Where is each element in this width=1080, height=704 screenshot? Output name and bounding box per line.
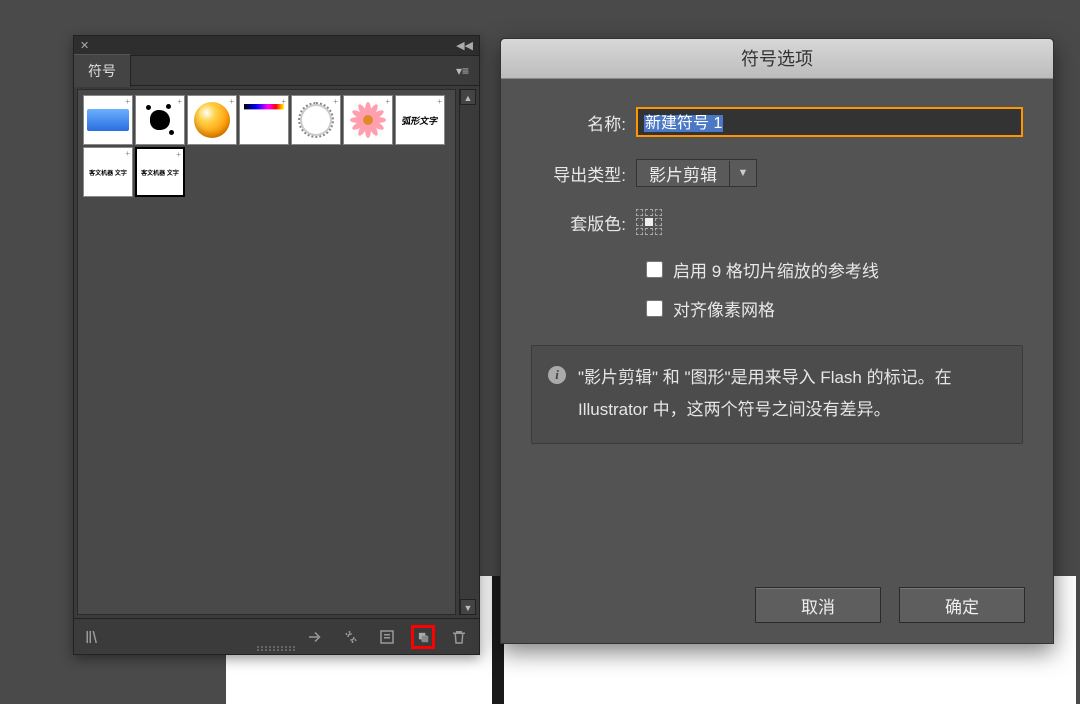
new-symbol-icon[interactable] [411,625,435,649]
symbol-arc-text[interactable]: +弧形文字 [395,95,445,145]
panel-menu-icon[interactable]: ▾≡ [452,60,473,82]
scrollbar[interactable]: ▲ ▼ [459,89,476,615]
symbol-pink-flower[interactable]: + [343,95,393,145]
symbol-arc-text-small-2[interactable]: +客文机器 文字 [135,147,185,197]
registration-grid[interactable] [636,209,662,235]
panel-tabbar: 符号 ▾≡ [74,56,479,86]
name-label: 名称: [531,110,636,135]
symbol-options-icon[interactable] [375,625,399,649]
symbol-orange-orb[interactable]: + [187,95,237,145]
scroll-up-icon[interactable]: ▲ [460,89,476,105]
info-icon: i [548,366,566,384]
symbols-panel: ✕ ◀◀ 符号 ▾≡ + + + + + + [73,35,480,655]
symbol-options-dialog: 符号选项 名称: 新建符号 1 导出类型: 影片剪辑 ▼ 套版色: 启用 9 格… [500,38,1054,644]
cancel-button[interactable]: 取消 [755,587,881,623]
info-box: i "影片剪辑" 和 "图形"是用来导入 Flash 的标记。在 Illustr… [531,345,1023,444]
enable-9slice-input[interactable] [646,261,663,278]
symbol-color-gradient[interactable]: + [239,95,289,145]
symbol-spirograph[interactable]: + [291,95,341,145]
scroll-down-icon[interactable]: ▼ [460,599,476,615]
delete-icon[interactable] [447,625,471,649]
enable-9slice-checkbox[interactable]: 启用 9 格切片缩放的参考线 [646,257,1023,282]
info-text: "影片剪辑" 和 "图形"是用来导入 Flash 的标记。在 Illustrat… [578,362,1006,427]
align-pixel-input[interactable] [646,300,663,317]
name-input[interactable]: 新建符号 1 [636,107,1023,137]
enable-9slice-label: 启用 9 格切片缩放的参考线 [673,257,879,282]
align-pixel-checkbox[interactable]: 对齐像素网格 [646,296,1023,321]
export-type-select[interactable]: 影片剪辑 ▼ [636,159,757,187]
break-link-icon[interactable] [339,625,363,649]
symbol-blue-gradient[interactable]: + [83,95,133,145]
collapse-icon[interactable]: ◀◀ [456,39,473,52]
dialog-title: 符号选项 [501,39,1053,79]
place-symbol-icon[interactable] [303,625,327,649]
symbols-tab[interactable]: 符号 [74,54,131,87]
symbol-arc-text-small-1[interactable]: +客文机器 文字 [83,147,133,197]
ok-button[interactable]: 确定 [899,587,1025,623]
symbol-ink-splat[interactable]: + [135,95,185,145]
registration-label: 套版色: [531,210,636,235]
close-icon[interactable]: ✕ [80,39,89,52]
symbol-library-icon[interactable] [82,625,106,649]
panel-topbar: ✕ ◀◀ [74,36,479,56]
symbol-grid: + + + + + + [77,89,456,615]
chevron-down-icon: ▼ [730,167,756,179]
align-pixel-label: 对齐像素网格 [673,296,775,321]
resize-grip-icon[interactable] [257,646,297,652]
export-type-label: 导出类型: [531,161,636,186]
